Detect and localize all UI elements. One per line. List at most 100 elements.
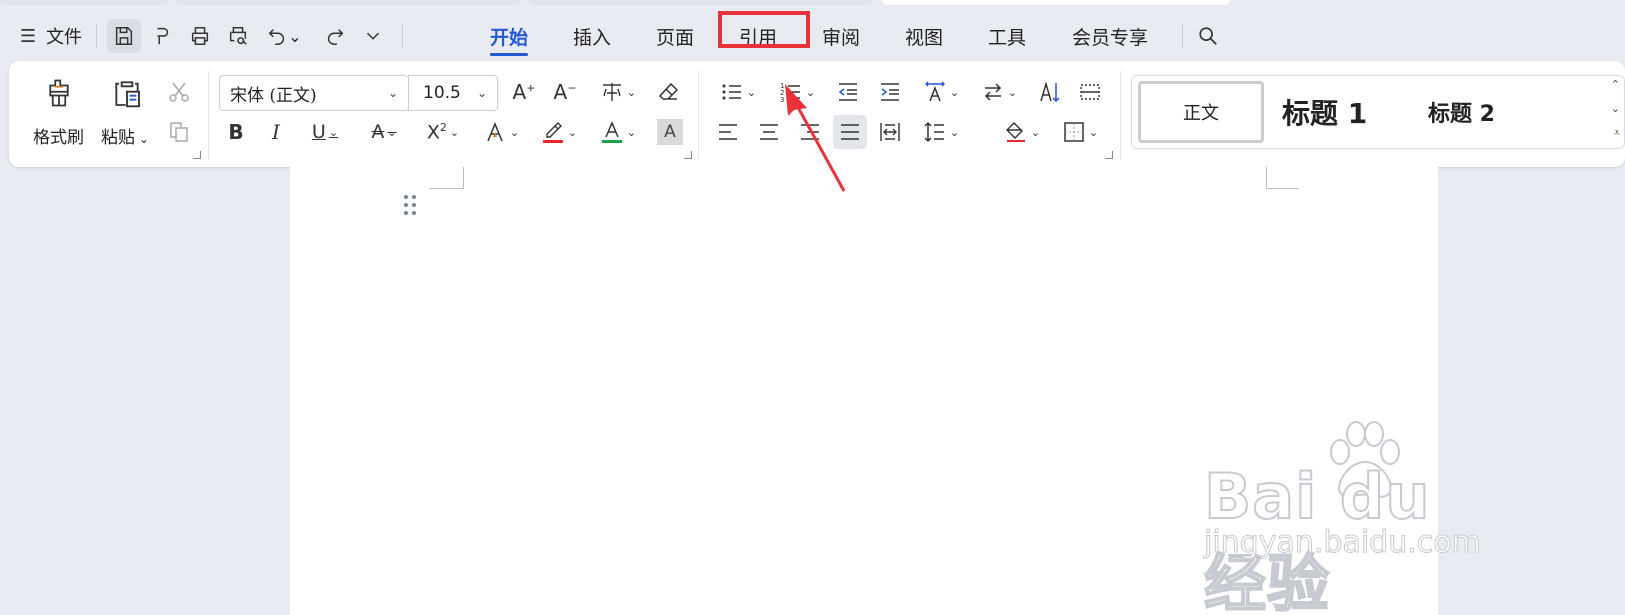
tab-review-label: 审阅 [821,26,860,49]
italic-button[interactable]: I [262,117,290,147]
format-painter-quick-button[interactable] [145,19,179,53]
align-left-button[interactable] [713,117,743,147]
show-hide-marks-button[interactable] [1075,77,1105,107]
undo-icon [268,29,285,45]
italic-icon: I [272,120,280,144]
gallery-more-icon[interactable]: ⩡ [1614,126,1620,140]
tab-member-label: 会员专享 [1071,26,1148,49]
tab-view[interactable]: 视图 [895,14,953,58]
separator [402,24,403,48]
phonetic-guide-button[interactable]: ⌄ [595,77,641,107]
search-button[interactable] [1191,19,1225,53]
shading-button[interactable]: ⌄ [999,117,1045,147]
style-heading-2-label: 标题 2 [1428,102,1495,127]
font-color-button[interactable]: ⌄ [595,117,641,147]
font-color-icon [601,121,622,143]
highlight-color-button[interactable]: ⌄ [536,117,582,147]
redo-button[interactable] [318,19,352,53]
format-painter-label: 格式刷 [33,128,84,148]
print-button[interactable] [183,19,217,53]
cut-button[interactable] [164,77,194,107]
borders-button[interactable]: ⌄ [1057,117,1103,147]
style-heading-1[interactable]: 标题 1 [1282,86,1367,138]
paint-bucket-icon [1005,122,1025,142]
text-effect-button[interactable]: ⌄ [479,117,523,147]
watermark: Bai du 经验 jingyan.baidu.com [1200,420,1500,615]
chevron-down-icon: ⌄ [135,132,149,146]
shrink-font-button[interactable]: A− [550,77,580,107]
scroll-down-icon[interactable]: ⌄ [1611,102,1620,115]
save-button[interactable] [107,19,141,53]
clipboard-icon [115,81,140,108]
separator [96,24,97,48]
increase-indent-button[interactable] [875,77,905,107]
chevron-down-icon: ⌄ [509,125,520,139]
tab-home[interactable]: 开始 [480,14,538,58]
shrink-font-icon: A− [553,80,577,104]
tab-page[interactable]: 页面 [646,14,704,58]
text-direction-button[interactable]: ⌄ [917,77,965,107]
file-menu[interactable]: ☰ 文件 [14,14,88,58]
chevron-down-icon: ⌄ [288,26,302,46]
tab-member[interactable]: 会员专享 [1062,14,1158,58]
bullets-button[interactable]: ⌄ [715,77,761,107]
superscript-button[interactable]: X2 ⌄ [419,117,467,147]
chevron-down-icon [366,32,380,40]
quick-access-more-button[interactable] [356,19,390,53]
sort-button[interactable] [1035,77,1065,107]
distributed-align-button[interactable] [875,117,905,147]
paste-button[interactable] [107,75,147,111]
swap-arrows-icon [984,83,1001,101]
style-heading-2[interactable]: 标题 2 [1428,86,1495,138]
window-tab[interactable] [176,0,521,5]
scroll-up-icon[interactable]: ⌃ [1611,78,1620,91]
print-preview-icon [229,27,247,45]
copy-icon [170,122,188,142]
strikethrough-button[interactable]: A ⌄ [362,117,406,147]
character-shading-button[interactable]: A [657,119,683,145]
chevron-down-icon: ⌄ [1030,125,1041,139]
sort-icon [1040,81,1060,103]
window-tab[interactable] [529,0,874,5]
chevron-down-icon: ⌄ [1088,125,1099,139]
clear-format-button[interactable] [654,77,684,107]
tab-insert[interactable]: 插入 [563,14,621,58]
undo-button[interactable]: ⌄ [262,19,306,53]
tab-tools[interactable]: 工具 [978,14,1036,58]
bold-button[interactable]: B [222,117,250,147]
clipboard-dialog-launcher[interactable] [193,151,201,159]
chevron-down-icon: ⌄ [387,86,398,100]
paste-label[interactable]: 粘贴 ⌄ [101,123,149,148]
highlighter-icon [542,122,563,143]
text-effect-icon [487,122,503,142]
print-preview-button[interactable] [221,19,255,53]
tab-review[interactable]: 审阅 [812,14,870,58]
text-direction-swap-button[interactable]: ⌄ [976,77,1022,107]
paragraph-dialog-launcher[interactable] [1105,151,1113,159]
show-marks-icon [1080,84,1100,100]
format-painter-button[interactable] [39,75,79,111]
watermark-url: jingyan.baidu.com [1204,525,1482,561]
drag-handle-icon[interactable] [404,195,418,219]
tab-view-label: 视图 [904,26,943,49]
separator [208,71,209,159]
window-tab-active[interactable] [882,0,1230,5]
chevron-down-icon: ⌄ [746,85,757,99]
style-normal[interactable]: 正文 [1138,81,1264,143]
font-size-select[interactable]: 10.5 ⌄ [408,75,498,111]
grow-font-button[interactable]: A+ [509,77,539,107]
copy-button[interactable] [164,117,194,147]
chevron-down-icon: ⌄ [626,85,637,99]
tab-tools-label: 工具 [987,26,1026,49]
underline-button[interactable]: U ⌄ [305,117,345,147]
underline-icon: U [311,121,326,143]
phonetic-guide-icon [602,83,621,101]
crop-mark [1266,167,1298,189]
window-tab[interactable] [0,0,168,5]
border-icon [1064,122,1084,142]
font-dialog-launcher[interactable] [684,151,692,159]
font-name-select[interactable]: 宋体 (正文) ⌄ [219,75,409,111]
separator [698,71,699,159]
chevron-down-icon: ⌄ [328,125,339,139]
line-spacing-button[interactable]: ⌄ [917,117,965,147]
